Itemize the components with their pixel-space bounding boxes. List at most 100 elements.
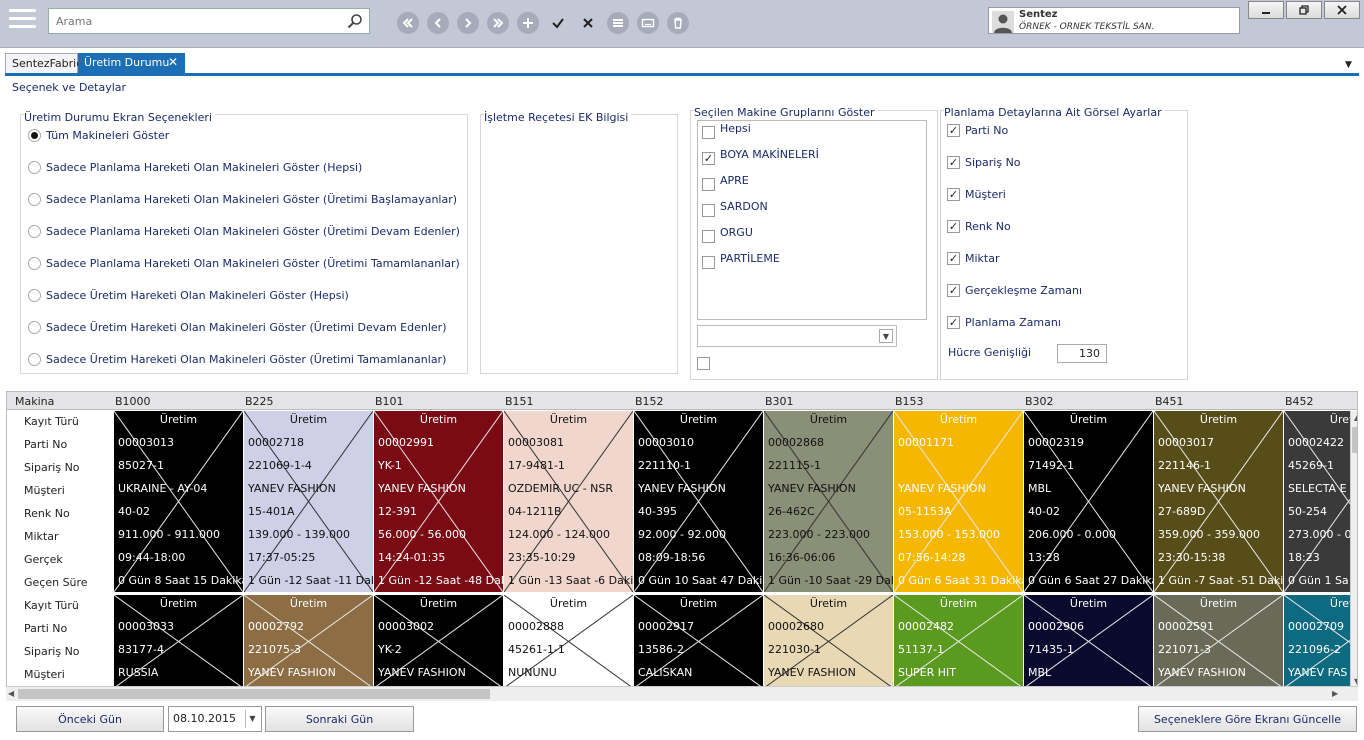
scroll-right-icon[interactable]: ▶ <box>1332 689 1338 698</box>
checkbox[interactable] <box>702 126 715 139</box>
visual-setting-item[interactable]: ✓ Parti No <box>947 124 1008 137</box>
tab-close-icon[interactable]: ✕ <box>168 53 178 72</box>
checkbox[interactable]: ✓ <box>947 156 960 169</box>
machine-group-extra-checkbox[interactable] <box>697 357 710 370</box>
next-day-button[interactable]: Sonraki Gün <box>265 706 414 732</box>
next-record-icon[interactable] <box>457 12 479 34</box>
machine-group-item[interactable]: PARTİLEME <box>702 252 780 269</box>
production-cell[interactable]: Üretim 00003017 221146-1 YANEV FASHION 27-68… <box>1154 411 1283 592</box>
production-cell[interactable]: Üretim 00002680 221030-1 YANEV FASHION <box>764 595 893 688</box>
radio-circle[interactable] <box>28 193 41 206</box>
restore-window-icon[interactable] <box>1286 1 1322 19</box>
confirm-check-icon[interactable] <box>547 12 569 34</box>
machine-column-header[interactable]: B301 <box>765 395 794 408</box>
production-cell[interactable]: Üretim 00003010 221110-1 YANEV FASHION 40-39… <box>634 411 763 592</box>
machine-column-header[interactable]: B101 <box>375 395 404 408</box>
scroll-up-icon[interactable]: ▲ <box>1354 413 1357 422</box>
machine-group-item[interactable]: Hepsi <box>702 122 751 139</box>
production-cell[interactable]: Üretim 00002422 45269-1 SELECTA E 50-254 273.… <box>1284 411 1357 592</box>
checkbox[interactable]: ✓ <box>947 124 960 137</box>
view-option-radio[interactable]: Sadece Üretim Hareketi Olan Makineleri G… <box>28 289 349 302</box>
visual-setting-item[interactable]: ✓ Renk No <box>947 220 1011 233</box>
production-cell[interactable]: Üretim 00002888 45261-1-1 NUNUNU <box>504 595 633 688</box>
horizontal-scroll-thumb[interactable] <box>18 689 490 699</box>
production-cell[interactable]: Üretim 00003002 YK-2 YANEV FASHION <box>374 595 503 688</box>
vertical-scrollbar[interactable]: ▲ ▼ <box>1350 411 1357 689</box>
previous-record-icon[interactable] <box>427 12 449 34</box>
radio-circle[interactable] <box>28 129 41 142</box>
machine-group-item[interactable]: ORGU <box>702 226 753 243</box>
checkbox[interactable] <box>702 204 715 217</box>
view-option-radio[interactable]: Sadece Üretim Hareketi Olan Makineleri G… <box>28 353 446 366</box>
checkbox[interactable]: ✓ <box>947 188 960 201</box>
radio-circle[interactable] <box>28 225 41 238</box>
view-option-radio[interactable]: Tüm Makineleri Göster <box>28 129 169 142</box>
first-record-icon[interactable] <box>397 12 419 34</box>
scroll-left-icon[interactable]: ◀ <box>8 689 14 698</box>
checkbox[interactable] <box>702 256 715 269</box>
last-record-icon[interactable] <box>487 12 509 34</box>
checkbox[interactable] <box>702 230 715 243</box>
view-option-radio[interactable]: Sadece Planlama Hareketi Olan Makineleri… <box>28 257 460 270</box>
machine-column-header[interactable]: B451 <box>1155 395 1184 408</box>
hamburger-menu-icon[interactable] <box>9 9 36 33</box>
chevron-down-icon[interactable]: ▼ <box>245 710 259 728</box>
machine-column-header[interactable]: B153 <box>895 395 924 408</box>
search-input[interactable] <box>49 9 339 33</box>
machine-column-header[interactable]: B302 <box>1025 395 1054 408</box>
horizontal-scrollbar[interactable]: ◀ ▶ <box>6 686 1358 701</box>
close-window-icon[interactable] <box>1324 1 1360 19</box>
production-cell[interactable]: Üretim 00003081 17-9481-1 OZDEMIR UC - NSR 0… <box>504 411 633 592</box>
production-cell[interactable]: Üretim 00002906 71435-1 MBL <box>1024 595 1153 688</box>
date-field[interactable]: 08.10.2015 ▼ <box>168 706 262 732</box>
production-cell[interactable]: Üretim 00003013 85027-1 UKRAINE - AY-04 40-0… <box>114 411 243 592</box>
vertical-scroll-thumb[interactable] <box>1352 427 1357 453</box>
minimize-window-icon[interactable] <box>1248 1 1284 19</box>
production-cell[interactable]: Üretim 00002709 221096-2 YANEV FAS <box>1284 595 1357 688</box>
list-icon[interactable] <box>607 12 629 34</box>
scroll-down-icon[interactable]: ▼ <box>1354 677 1357 686</box>
visual-setting-item[interactable]: ✓ Planlama Zamanı <box>947 316 1061 329</box>
machine-group-item[interactable]: SARDON <box>702 200 768 217</box>
add-icon[interactable] <box>517 12 539 34</box>
tab-dropdown-icon[interactable]: ▼ <box>1345 60 1352 70</box>
checkbox[interactable]: ✓ <box>947 252 960 265</box>
production-cell[interactable]: Üretim 00003033 83177-4 RUSSIA <box>114 595 243 688</box>
view-option-radio[interactable]: Sadece Üretim Hareketi Olan Makineleri G… <box>28 321 446 334</box>
machine-group-dropdown[interactable]: ▼ <box>697 325 897 347</box>
production-cell[interactable]: Üretim 00002991 YK-1 YANEV FASHION 12-391 56.… <box>374 411 503 592</box>
production-cell[interactable]: Üretim 00002718 221069-1-4 YANEV FASHION 15-… <box>244 411 373 592</box>
radio-circle[interactable] <box>28 321 41 334</box>
search-icon[interactable] <box>347 13 363 29</box>
machine-column-header[interactable]: B1000 <box>115 395 151 408</box>
machine-column-header[interactable]: B225 <box>245 395 274 408</box>
previous-day-button[interactable]: Önceki Gün <box>16 706 164 732</box>
radio-circle[interactable] <box>28 161 41 174</box>
cell-width-input[interactable]: 130 <box>1057 344 1107 363</box>
chevron-down-icon[interactable]: ▼ <box>879 329 893 343</box>
radio-circle[interactable] <box>28 257 41 270</box>
machine-column-header[interactable]: B452 <box>1285 395 1314 408</box>
production-cell[interactable]: Üretim 00002591 221071-3 YANEV FASHION <box>1154 595 1283 688</box>
production-cell[interactable]: Üretim 00001171 YANEV FASHION 05-1153A 153.0… <box>894 411 1023 592</box>
radio-circle[interactable] <box>28 353 41 366</box>
tab-uretim-durumu[interactable]: Üretim Durumu ✕ <box>78 53 185 73</box>
production-cell[interactable]: Üretim 00002482 51137-1 SUPER HIT <box>894 595 1023 688</box>
cancel-x-icon[interactable] <box>577 12 599 34</box>
visual-setting-item[interactable]: ✓ Müşteri <box>947 188 1006 201</box>
checkbox[interactable]: ✓ <box>702 152 715 165</box>
radio-circle[interactable] <box>28 289 41 302</box>
view-option-radio[interactable]: Sadece Planlama Hareketi Olan Makineleri… <box>28 161 362 174</box>
visual-setting-item[interactable]: ✓ Gerçekleşme Zamanı <box>947 284 1082 297</box>
checkbox[interactable]: ✓ <box>947 316 960 329</box>
view-option-radio[interactable]: Sadece Planlama Hareketi Olan Makineleri… <box>28 193 457 206</box>
checkbox[interactable] <box>702 178 715 191</box>
machine-group-item[interactable]: APRE <box>702 174 749 191</box>
checkbox[interactable]: ✓ <box>947 284 960 297</box>
production-cell[interactable]: Üretim 00002792 221075-3 YANEV FASHION <box>244 595 373 688</box>
production-cell[interactable]: Üretim 00002319 71492-1 MBL 40-02 206.000 - 0… <box>1024 411 1153 592</box>
refresh-screen-button[interactable]: Seçeneklere Göre Ekranı Güncelle <box>1138 706 1357 732</box>
keyboard-icon[interactable] <box>637 12 659 34</box>
machine-column-header[interactable]: B151 <box>505 395 534 408</box>
tab-sentezfabric[interactable]: SentezFabric <box>5 53 82 73</box>
